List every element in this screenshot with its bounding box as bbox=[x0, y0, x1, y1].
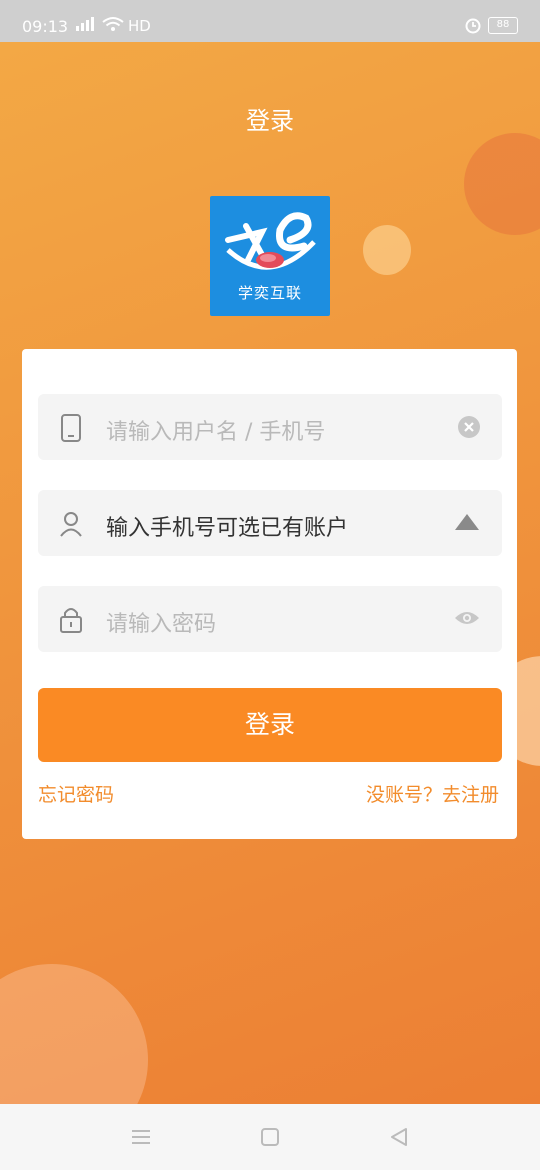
dropdown-arrow-icon[interactable] bbox=[454, 512, 480, 536]
lock-icon bbox=[58, 605, 84, 639]
wifi-icon bbox=[102, 16, 124, 36]
system-nav-bar bbox=[0, 1104, 540, 1170]
back-icon[interactable] bbox=[388, 1126, 410, 1152]
password-field[interactable]: 请输入密码 bbox=[38, 586, 502, 652]
username-input[interactable]: 请输入用户名 / 手机号 bbox=[106, 414, 325, 446]
status-time: 09:13 bbox=[22, 17, 69, 36]
forgot-password-link[interactable]: 忘记密码 bbox=[38, 780, 114, 807]
password-input[interactable]: 请输入密码 bbox=[106, 606, 216, 638]
signal-icon bbox=[74, 16, 96, 36]
logo-caption: 学奕互联 bbox=[237, 284, 302, 302]
battery-indicator: 88 bbox=[488, 17, 518, 34]
account-select-value: 输入手机号可选已有账户 bbox=[106, 516, 349, 541]
account-select[interactable]: 输入手机号可选已有账户 bbox=[38, 490, 502, 556]
network-type: HD bbox=[128, 17, 151, 35]
clear-icon[interactable] bbox=[458, 416, 480, 442]
username-field[interactable]: 请输入用户名 / 手机号 bbox=[38, 394, 502, 460]
menu-icon[interactable] bbox=[130, 1126, 152, 1152]
home-icon[interactable] bbox=[259, 1126, 281, 1152]
user-icon bbox=[58, 509, 84, 543]
decor-circle bbox=[363, 225, 411, 275]
login-button[interactable]: 登录 bbox=[38, 688, 502, 762]
eye-icon[interactable] bbox=[454, 608, 480, 632]
background: 登录 学奕互联 请输入用户名 / 手机号 输入手机号可选已有账户 请输入密码 登… bbox=[0, 42, 540, 1104]
alarm-icon bbox=[464, 16, 482, 38]
register-link[interactable]: 没账号？去注册 bbox=[366, 780, 499, 807]
login-card: 请输入用户名 / 手机号 输入手机号可选已有账户 请输入密码 登录 忘记密码 没… bbox=[22, 349, 517, 839]
decor-circle bbox=[0, 964, 148, 1104]
decor-circle bbox=[464, 133, 540, 235]
page-title: 登录 bbox=[246, 107, 294, 135]
phone-icon bbox=[58, 413, 84, 447]
app-logo: 学奕互联 bbox=[210, 196, 330, 316]
status-bar: 09:13 HD 88 bbox=[0, 0, 540, 42]
